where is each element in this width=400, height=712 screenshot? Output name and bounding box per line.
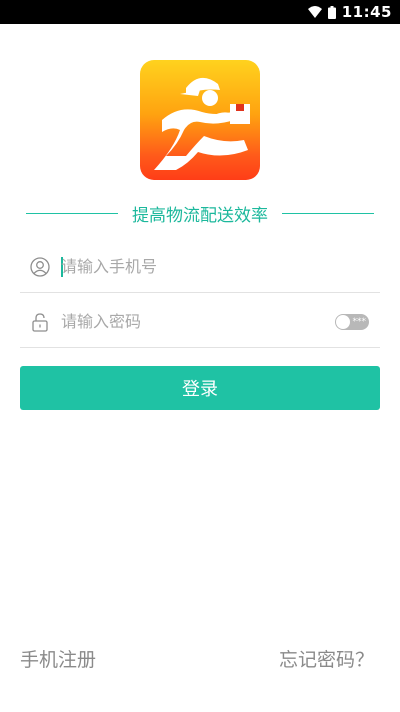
toggle-stars: *** (352, 316, 367, 327)
wifi-icon (307, 6, 322, 18)
lock-icon (29, 311, 51, 333)
tagline-right-divider (282, 212, 374, 214)
forgot-password-link[interactable]: 忘记密码？ (279, 645, 374, 672)
delivery-courier-logo (154, 77, 250, 170)
tagline-text: 提高物流配送效率 (132, 205, 268, 226)
tagline-left-divider (26, 212, 118, 214)
register-link[interactable]: 手机注册 (20, 645, 96, 672)
password-field[interactable]: *** (20, 296, 380, 348)
status-bar: 11:45 (0, 0, 400, 24)
tagline: 提高物流配送效率 (26, 200, 374, 226)
app-logo (140, 60, 260, 180)
toggle-knob (336, 314, 350, 329)
password-visibility-toggle[interactable]: *** (335, 313, 369, 330)
phone-field[interactable] (20, 241, 380, 293)
phone-input[interactable] (61, 251, 380, 282)
login-button[interactable]: 登录 (20, 366, 380, 410)
status-time: 11:45 (341, 3, 392, 21)
user-icon (29, 256, 51, 278)
password-input[interactable] (61, 306, 335, 337)
battery-icon (327, 5, 336, 19)
